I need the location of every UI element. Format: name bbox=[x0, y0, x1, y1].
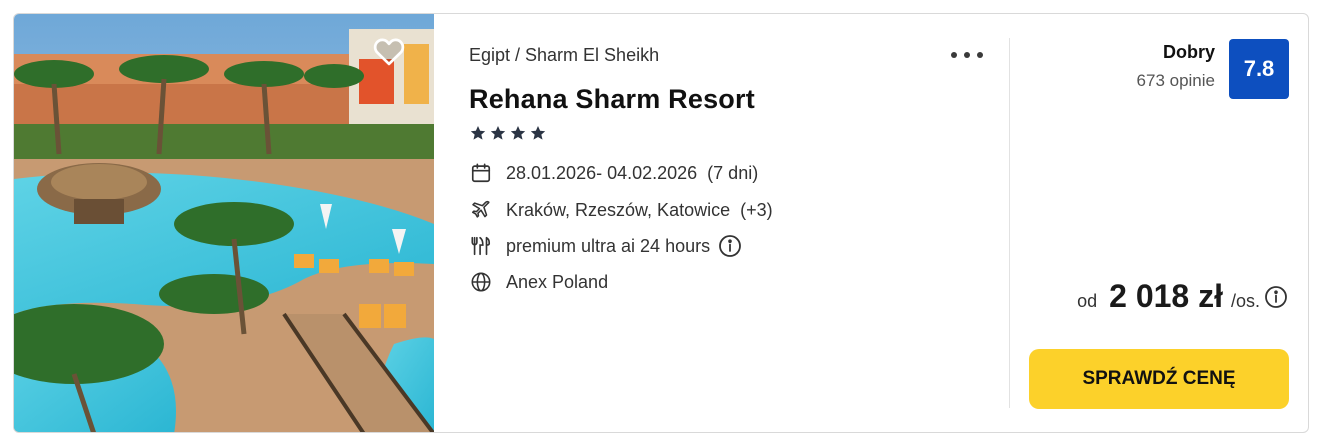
breadcrumb[interactable]: Egipt / Sharm El Sheikh bbox=[469, 45, 659, 66]
price-info-icon[interactable] bbox=[1264, 285, 1288, 309]
rating-label: Dobry bbox=[1162, 42, 1215, 62]
plane-icon bbox=[469, 198, 493, 222]
operator-row: Anex Poland bbox=[469, 270, 608, 294]
duration-text: (7 dni) bbox=[707, 162, 759, 183]
board-row: premium ultra ai 24 hours bbox=[469, 234, 742, 258]
departure-text: Kraków, Rzeszów, Katowice bbox=[506, 199, 731, 220]
star-icon bbox=[470, 126, 486, 140]
star-icon bbox=[490, 126, 506, 140]
operator-text: Anex Poland bbox=[506, 271, 609, 292]
heart-icon bbox=[373, 38, 405, 66]
board-text: premium ultra ai 24 hours bbox=[506, 235, 711, 256]
price-per-person: /os. bbox=[1230, 291, 1260, 311]
departure-row: Kraków, Rzeszów, Katowice (+3) bbox=[469, 198, 773, 222]
rating-badge: 7.8 bbox=[1229, 39, 1289, 99]
info-icon[interactable] bbox=[718, 234, 742, 258]
star-icon bbox=[530, 126, 546, 140]
hotel-photo[interactable] bbox=[14, 14, 434, 432]
star-icon bbox=[510, 126, 526, 140]
offer-card[interactable]: Egipt / Sharm El Sheikh Rehana Sharm Res… bbox=[13, 13, 1309, 433]
departure-extra[interactable]: (+3) bbox=[740, 200, 773, 221]
more-options-button[interactable] bbox=[951, 44, 983, 66]
check-price-button[interactable]: SPRAWDŹ CENĘ bbox=[1029, 349, 1289, 409]
more-icon bbox=[951, 52, 957, 58]
globe-icon bbox=[469, 270, 493, 294]
hotel-photo-image bbox=[14, 14, 434, 432]
cutlery-icon bbox=[469, 234, 493, 258]
column-divider bbox=[1009, 38, 1010, 408]
dates-text: 28.01.2026- 04.02.2026 bbox=[506, 162, 698, 183]
hotel-stars bbox=[470, 125, 546, 141]
price-amount: 2 018 zł bbox=[1109, 278, 1223, 314]
hotel-name[interactable]: Rehana Sharm Resort bbox=[469, 84, 755, 115]
calendar-icon bbox=[469, 161, 493, 185]
price-from-label: od bbox=[1077, 291, 1098, 311]
price-block: od 2 018 zł /os. bbox=[1077, 278, 1288, 315]
favorite-button[interactable] bbox=[371, 34, 407, 68]
offer-info: Egipt / Sharm El Sheikh Rehana Sharm Res… bbox=[469, 14, 1009, 432]
rating-count[interactable]: 673 opinie bbox=[1137, 71, 1215, 91]
dates-row: 28.01.2026- 04.02.2026 (7 dni) bbox=[469, 161, 758, 185]
